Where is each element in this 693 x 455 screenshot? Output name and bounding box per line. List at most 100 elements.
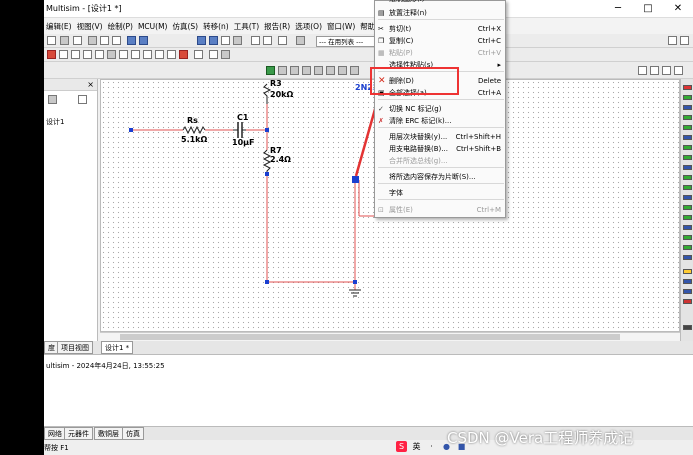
probe-tool-icon[interactable] xyxy=(683,299,692,304)
ime-logo-icon[interactable]: S xyxy=(396,441,407,452)
oscilloscope-icon[interactable] xyxy=(683,115,692,120)
paste-toolbar-icon[interactable] xyxy=(112,36,121,45)
context-menu-item[interactable]: 绘制图形(I) xyxy=(375,0,505,5)
probe-4-icon[interactable] xyxy=(338,66,347,75)
grapher-icon[interactable] xyxy=(233,36,242,45)
minimize-button[interactable]: ─ xyxy=(603,0,633,18)
menu-place[interactable]: 绘制(P) xyxy=(106,18,136,32)
hierarchy-icon[interactable] xyxy=(209,50,218,59)
basic-icon[interactable] xyxy=(59,50,68,59)
logic-converter-icon[interactable] xyxy=(683,175,692,180)
tab-nets[interactable]: 网络 xyxy=(44,427,66,440)
redo-icon[interactable] xyxy=(139,36,148,45)
zoom-in-icon[interactable] xyxy=(638,66,647,75)
context-menu-item[interactable]: 字体 xyxy=(375,187,505,199)
probe-icon[interactable] xyxy=(302,66,311,75)
counter-icon[interactable] xyxy=(683,145,692,150)
misc-icon[interactable] xyxy=(179,50,188,59)
context-menu-item[interactable]: 将所选内容保存为片断(S)... xyxy=(375,171,505,183)
logic-analyzer-icon[interactable] xyxy=(683,165,692,170)
close-button[interactable]: ✕ xyxy=(663,0,693,18)
spreadsheet-icon[interactable] xyxy=(263,36,272,45)
selected-pin-handle[interactable] xyxy=(352,176,359,183)
network-analyzer-icon[interactable] xyxy=(683,215,692,220)
undo-icon[interactable] xyxy=(127,36,136,45)
netlist-icon[interactable] xyxy=(296,36,305,45)
bode-icon[interactable] xyxy=(683,135,692,140)
misc-digital-icon[interactable] xyxy=(131,50,140,59)
mixed-icon[interactable] xyxy=(143,50,152,59)
ground-symbol[interactable] xyxy=(349,289,361,297)
zoom-out-icon[interactable] xyxy=(650,66,659,75)
tab-components[interactable]: 元器件 xyxy=(64,427,93,440)
current-probe-icon[interactable] xyxy=(683,279,692,284)
context-menu-item[interactable]: ▦ 粘贴(P) Ctrl+V xyxy=(375,47,505,59)
context-menu-item[interactable]: ❐ 复制(C) Ctrl+C xyxy=(375,35,505,47)
function-gen-icon[interactable] xyxy=(683,95,692,100)
ttl-icon[interactable] xyxy=(107,50,116,59)
menu-transfer[interactable]: 转移(n) xyxy=(201,18,232,32)
agilent-scope-icon[interactable] xyxy=(683,245,692,250)
tab-copper-layers[interactable]: 敷铜层 xyxy=(94,427,123,440)
stop-icon[interactable] xyxy=(290,66,299,75)
agilent-gen-icon[interactable] xyxy=(683,225,692,230)
run-icon[interactable] xyxy=(266,66,275,75)
menu-simulate[interactable]: 仿真(S) xyxy=(170,18,201,32)
ime-lang-label[interactable]: 英 xyxy=(411,441,422,452)
spectrum-icon[interactable] xyxy=(683,205,692,210)
toolbox-close-button[interactable]: × xyxy=(87,80,94,89)
analog-icon[interactable] xyxy=(95,50,104,59)
text-icon[interactable] xyxy=(221,50,230,59)
diode-icon[interactable] xyxy=(71,50,80,59)
context-menu-item[interactable]: ▤ 放置注释(n) xyxy=(375,7,505,19)
rs-resistor-symbol[interactable] xyxy=(182,125,206,135)
new-file-icon[interactable] xyxy=(47,36,56,45)
context-menu-item[interactable]: ✂ 剪切(t) Ctrl+X xyxy=(375,23,505,35)
measure-probe-icon[interactable] xyxy=(683,289,692,294)
tab-simulation[interactable]: 仿真 xyxy=(122,427,144,440)
bus-icon[interactable] xyxy=(194,50,203,59)
indicator-icon[interactable] xyxy=(155,50,164,59)
menu-tools[interactable]: 工具(T) xyxy=(232,18,262,32)
tree-item-design1[interactable]: 设计1 xyxy=(46,117,64,127)
source-icon[interactable] xyxy=(47,50,56,59)
context-menu-item[interactable]: ✗ 清除 ERC 标记(k)... xyxy=(375,115,505,127)
context-menu-item[interactable]: ⊡ 属性(E) Ctrl+M xyxy=(375,204,505,216)
probe-3-icon[interactable] xyxy=(326,66,335,75)
panel-toggle-icon[interactable] xyxy=(668,36,677,45)
context-menu-item[interactable]: 用支电路替换(B)... Ctrl+Shift+B xyxy=(375,143,505,155)
power-icon[interactable] xyxy=(167,50,176,59)
menu-window[interactable]: 窗口(W) xyxy=(325,18,358,32)
probe-5-icon[interactable] xyxy=(350,66,359,75)
copy-toolbar-icon[interactable] xyxy=(100,36,109,45)
context-menu-item[interactable]: ✓ 切换 NC 标记(g) xyxy=(375,103,505,115)
component-view-icon[interactable] xyxy=(221,36,230,45)
zoom-fit-icon[interactable] xyxy=(662,66,671,75)
context-menu-item[interactable]: 用层次块替换(y)... Ctrl+Shift+H xyxy=(375,131,505,143)
pause-icon[interactable] xyxy=(278,66,287,75)
preview-icon[interactable] xyxy=(73,36,82,45)
menu-reports[interactable]: 报告(R) xyxy=(262,18,293,32)
scope4-icon[interactable] xyxy=(683,125,692,130)
zoom-full-icon[interactable] xyxy=(674,66,683,75)
tab-project-view[interactable]: 项目视图 xyxy=(57,341,93,354)
distortion-icon[interactable] xyxy=(683,195,692,200)
maximize-button[interactable]: □ xyxy=(633,0,663,18)
probe-2-icon[interactable] xyxy=(314,66,323,75)
iv-analyzer-icon[interactable] xyxy=(683,185,692,190)
panel-toggle-2-icon[interactable] xyxy=(680,36,689,45)
transistor-icon[interactable] xyxy=(83,50,92,59)
toolbox-icon-2[interactable] xyxy=(78,95,87,104)
multimeter-icon[interactable] xyxy=(683,85,692,90)
postprocessor-icon[interactable] xyxy=(251,36,260,45)
agilent-meter-icon[interactable] xyxy=(683,235,692,240)
tab-design1[interactable]: 设计1 * xyxy=(101,341,134,354)
word-gen-icon[interactable] xyxy=(683,155,692,160)
wattmeter-icon[interactable] xyxy=(683,105,692,110)
toolbox-icon-1[interactable] xyxy=(48,95,57,104)
cut-icon[interactable] xyxy=(88,36,97,45)
labview-icon[interactable] xyxy=(683,269,692,274)
print-icon[interactable] xyxy=(60,36,69,45)
cmos-icon[interactable] xyxy=(119,50,128,59)
menu-edit[interactable]: 编辑(E) xyxy=(44,18,75,32)
